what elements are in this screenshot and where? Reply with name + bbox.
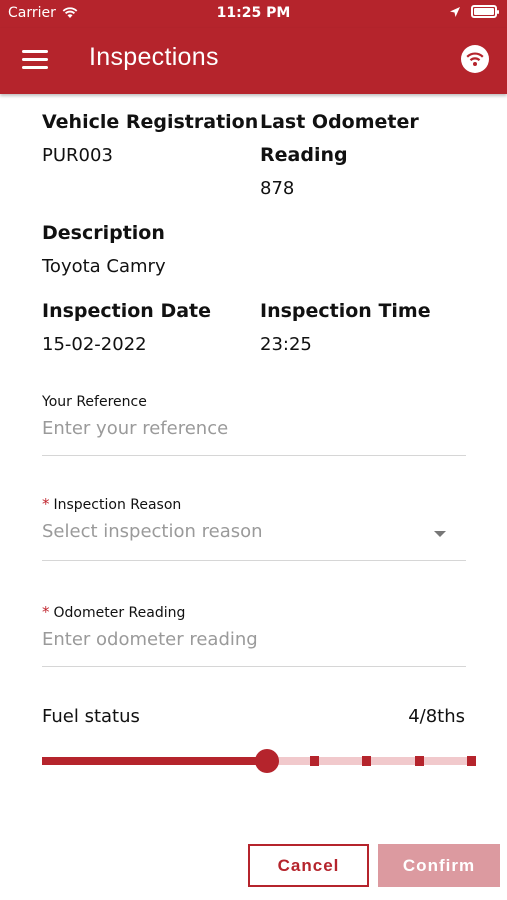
inspection-time-label: Inspection Time [260,300,431,322]
description-value: Toyota Camry [42,256,166,277]
fuel-step-tick [310,756,319,766]
vehicle-registration-label: Vehicle Registration [42,111,259,133]
inspection-reason-label: Inspection Reason [53,497,182,513]
status-bar: Carrier 11:25 PM [0,0,507,28]
battery-icon [471,5,499,18]
required-marker: * [42,603,50,621]
vehicle-registration-value: PUR003 [42,145,113,166]
odometer-label: Odometer Reading [53,605,186,621]
menu-icon[interactable] [22,50,48,72]
inspection-reason-select[interactable]: * Inspection Reason Select inspection rea… [42,495,466,561]
last-odometer-label-line2: Reading [260,144,348,166]
inspection-date-value: 15-02-2022 [42,334,147,355]
inspection-date-label: Inspection Date [42,300,212,322]
inspection-reason-placeholder: Select inspection reason [42,521,263,542]
inspection-reason-underline [42,560,466,561]
odometer-field: * Odometer Reading [42,603,466,667]
fuel-status-value: 4/8ths [408,706,465,727]
connectivity-wifi-icon[interactable] [461,45,489,73]
reference-input[interactable] [42,418,466,439]
reference-label: Your Reference [42,394,147,410]
page-title: Inspections [89,43,219,71]
app-bar: Inspections [0,28,507,94]
confirm-button[interactable]: Confirm [378,844,500,887]
required-marker: * [42,495,50,513]
fuel-step-tick [414,756,424,766]
fuel-step-tick [362,756,372,766]
inspection-time-value: 23:25 [260,334,312,355]
description-label: Description [42,222,165,244]
reference-field: Your Reference [42,394,466,456]
status-time: 11:25 PM [216,5,291,21]
location-arrow-icon [450,6,460,17]
reference-underline [42,455,466,456]
fuel-slider[interactable] [42,748,476,774]
status-right [449,5,499,18]
odometer-label-row: * Odometer Reading [42,603,466,621]
last-odometer-value: 878 [260,178,295,199]
chevron-down-icon [434,531,446,537]
cancel-button[interactable]: Cancel [248,844,369,887]
fuel-step-tick [467,756,476,766]
odometer-input[interactable] [42,629,466,650]
odometer-underline [42,666,466,667]
fuel-status-label: Fuel status [42,706,140,727]
fuel-slider-thumb[interactable] [255,749,279,773]
fuel-slider-fill [42,757,259,765]
inspection-reason-label-row: * Inspection Reason [42,495,466,513]
last-odometer-label: Last Odometer [260,111,419,133]
